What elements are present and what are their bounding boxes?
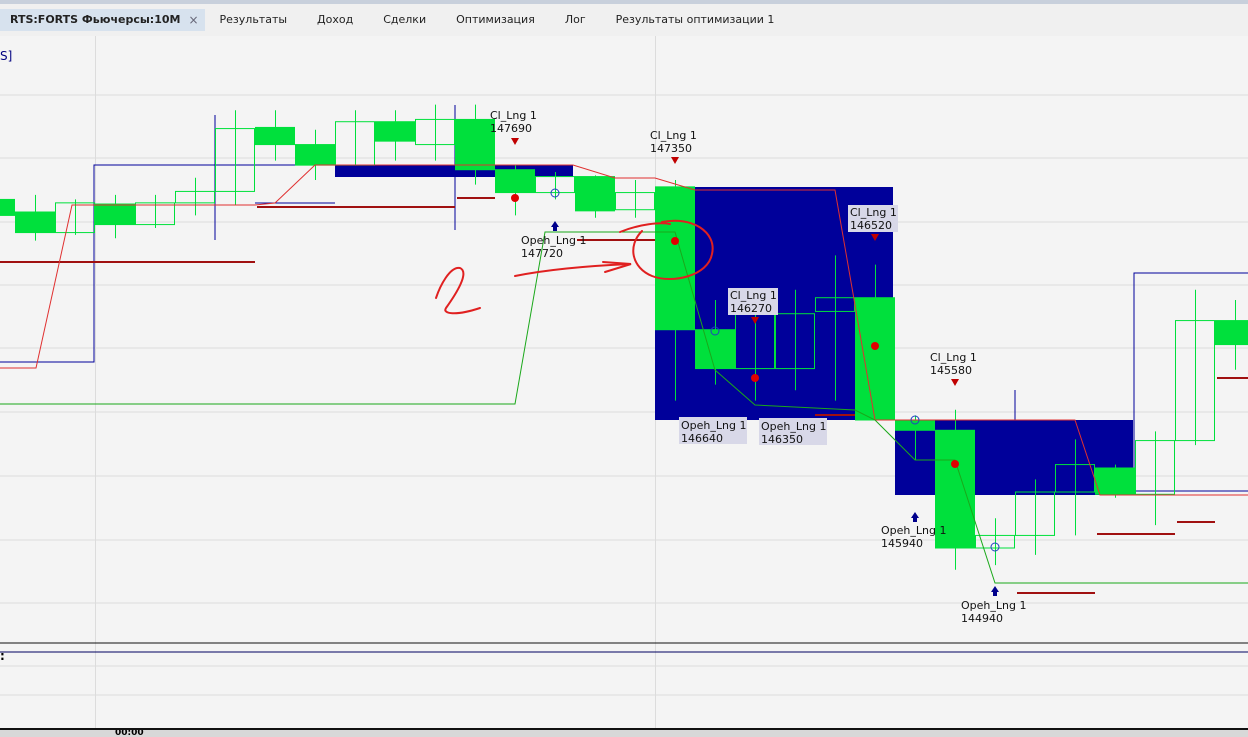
candle-bullish	[336, 122, 375, 165]
candle-bullish	[1176, 321, 1215, 441]
candle-bearish	[496, 170, 535, 193]
triangle-down-icon	[951, 379, 959, 386]
candle-bullish	[816, 298, 855, 312]
candle-bearish	[696, 330, 735, 369]
candle-bullish	[1136, 441, 1175, 495]
signal-label: Cl_Lng 1147350	[650, 129, 697, 155]
candle-bullish	[1016, 492, 1055, 535]
signal-label: Cl_Lng 1145580	[930, 351, 977, 377]
candle-bearish	[1096, 468, 1135, 494]
indicator-legend-fragment: :	[0, 649, 5, 663]
candle-bullish	[616, 193, 655, 210]
candle-bearish	[296, 145, 335, 166]
candle-bearish	[1216, 321, 1248, 345]
level-lines	[0, 198, 1248, 593]
arrow-up-icon	[911, 512, 919, 522]
candle-bearish	[16, 212, 55, 233]
signal-label: Cl_Lng 1146270	[730, 289, 777, 315]
time-axis: 00:00	[0, 728, 1248, 737]
candle-bullish	[136, 203, 175, 225]
candle-bullish	[216, 129, 255, 192]
candle-bearish	[656, 187, 695, 330]
candle-bullish	[416, 119, 455, 144]
candle-bearish	[896, 420, 935, 430]
triangle-down-icon	[671, 157, 679, 164]
signal-label: Opeh_Lng 1144940	[961, 599, 1026, 625]
candle-bearish	[376, 122, 415, 141]
candle-bearish	[576, 177, 615, 211]
candles	[0, 105, 1248, 570]
price-chart[interactable]: Cl_Lng 1147690 Cl_Lng 1147350 Cl_Lng 11465…	[0, 0, 1248, 728]
arrow-up-icon	[991, 586, 999, 596]
candle-bullish	[776, 314, 815, 369]
legend-fragment: S]	[0, 49, 12, 63]
candle-bearish	[856, 298, 895, 420]
triangle-down-icon	[511, 138, 519, 145]
signal-label: Opeh_Lng 1147720	[521, 234, 586, 260]
candle-bullish	[536, 177, 575, 193]
time-label: 00:00	[115, 730, 144, 737]
signal-label: Cl_Lng 1147690	[490, 109, 537, 135]
candle-bearish	[256, 127, 295, 144]
candle-bullish	[1056, 465, 1095, 492]
channel-block	[335, 165, 573, 177]
candle-bearish	[456, 119, 495, 169]
signal-label: Cl_Lng 1146520	[850, 206, 897, 232]
grid	[0, 36, 1248, 728]
candle-bullish	[56, 203, 95, 233]
candle-bullish	[176, 191, 215, 202]
candle-bearish	[96, 204, 135, 225]
candle-bearish	[0, 199, 15, 215]
